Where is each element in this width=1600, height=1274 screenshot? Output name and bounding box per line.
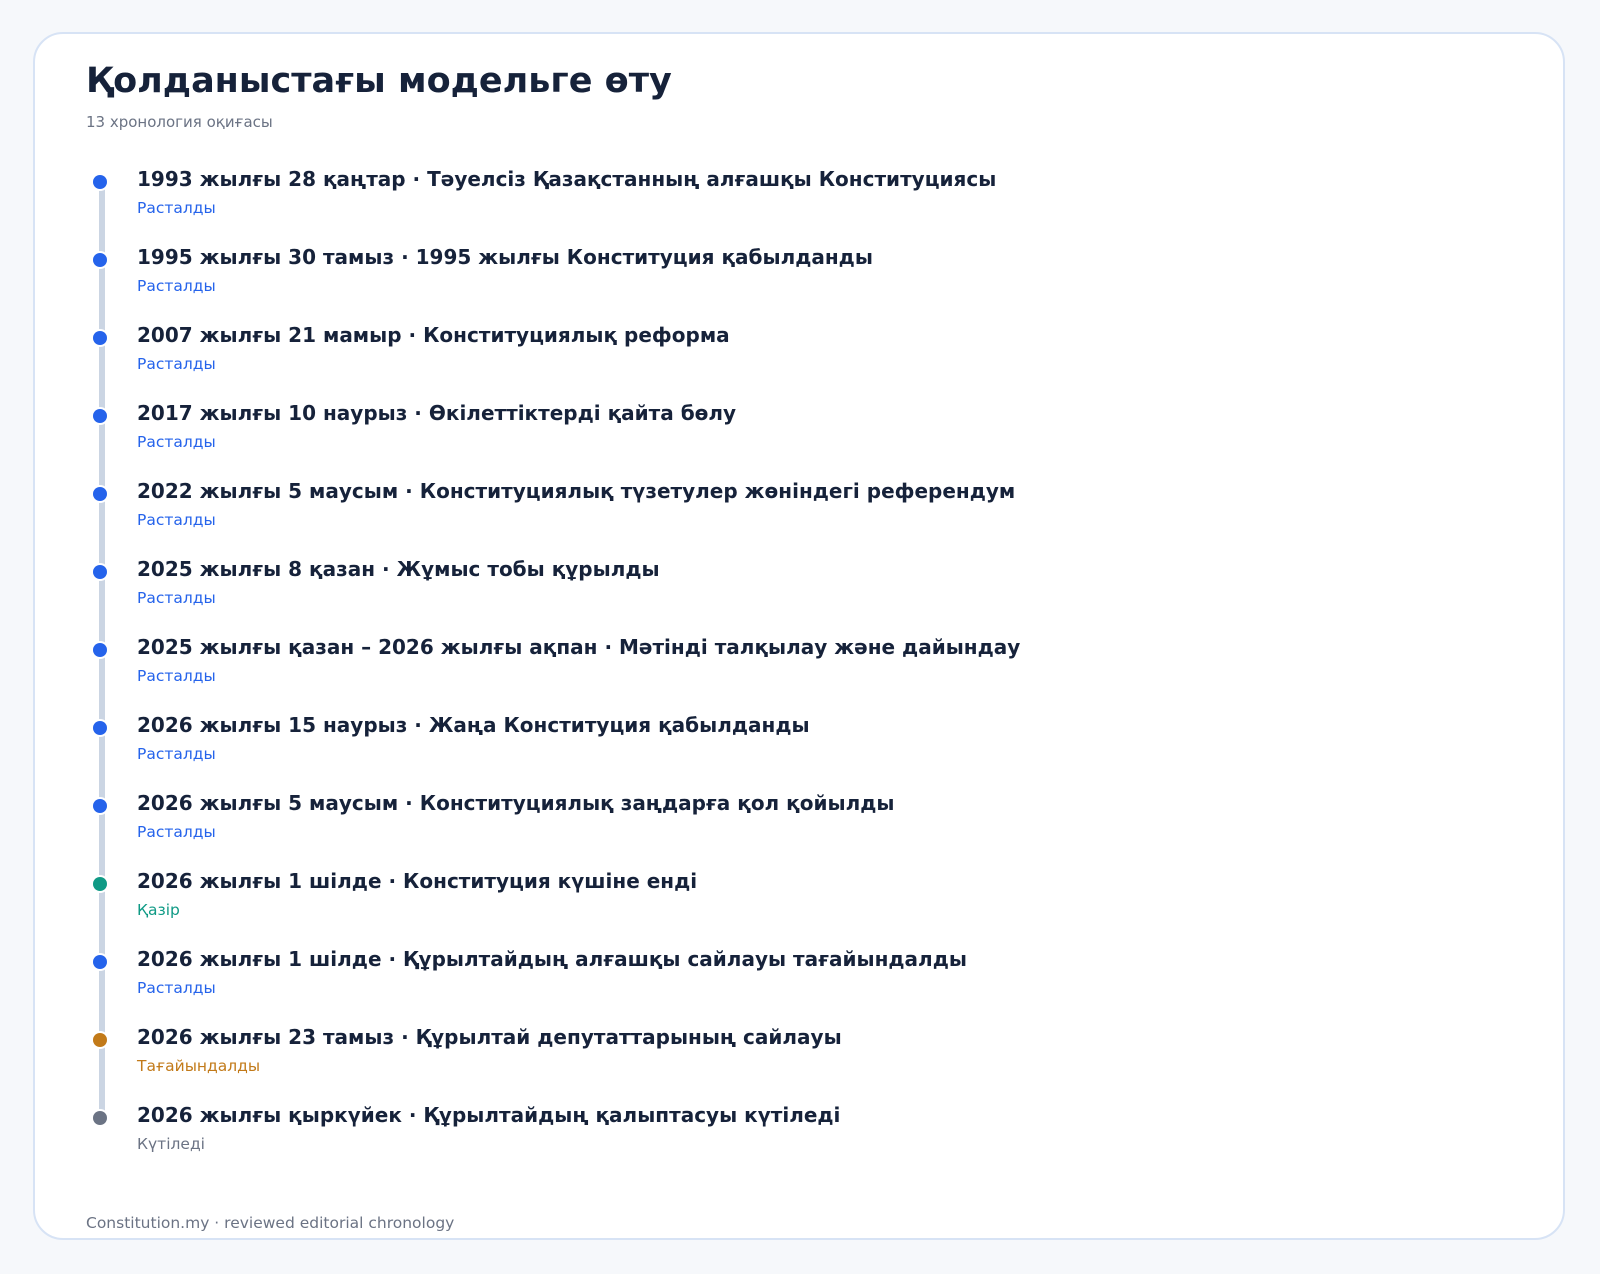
timeline-event: 2022 жылғы 5 маусым · Конституциялық түз… [35,479,1435,557]
event-heading: 2026 жылғы 15 наурыз · Жаңа Конституция … [137,713,810,737]
timeline-dot-confirmed [93,643,107,657]
event-status: Расталды [137,745,216,763]
event-status: Расталды [137,511,216,529]
event-heading: 2017 жылғы 10 наурыз · Өкілеттіктерді қа… [137,401,737,425]
event-heading: 2026 жылғы 5 маусым · Конституциялық заң… [137,791,895,815]
timeline-dot-confirmed [93,799,107,813]
event-status: Расталды [137,433,216,451]
event-heading: 2026 жылғы 1 шілде · Конституция күшіне … [137,869,698,893]
timeline-dot-current [93,877,107,891]
event-heading: 2026 жылғы 23 тамыз · Құрылтай депутатта… [137,1025,842,1049]
timeline-card: Қолданыстағы модельге өту 13 хронология … [33,32,1565,1240]
timeline-dot-confirmed [93,409,107,423]
event-heading: 2022 жылғы 5 маусым · Конституциялық түз… [137,479,1016,503]
event-status: Расталды [137,277,216,295]
event-status: Расталды [137,823,216,841]
timeline-event: 2025 жылғы 8 қазан · Жұмыс тобы құрылды Р… [35,557,1435,635]
event-heading: 2026 жылғы қыркүйек · Құрылтайдың қалыпт… [137,1103,841,1127]
timeline-event: 2026 жылғы 23 тамыз · Құрылтай депутатта… [35,1025,1435,1103]
timeline-event: 2017 жылғы 10 наурыз · Өкілеттіктерді қа… [35,401,1435,479]
event-status: Расталды [137,979,216,997]
event-status: Расталды [137,667,216,685]
timeline-event: 2026 жылғы қыркүйек · Құрылтайдың қалыпт… [35,1103,1435,1181]
event-status: Расталды [137,199,216,217]
event-status: Күтіледі [137,1135,205,1153]
event-status: Расталды [137,589,216,607]
event-status: Қазір [137,901,180,919]
timeline-dot-confirmed [93,331,107,345]
timeline-dot-pending [93,1111,107,1125]
timeline: 1993 жылғы 28 қаңтар · Тәуелсіз Қазақста… [35,34,1563,1238]
event-heading: 2007 жылғы 21 мамыр · Конституциялық реф… [137,323,730,347]
event-heading: 1995 жылғы 30 тамыз · 1995 жылғы Констит… [137,245,873,269]
timeline-dot-scheduled [93,1033,107,1047]
timeline-event: 2026 жылғы 1 шілде · Конституция күшіне … [35,869,1435,947]
footer-note: Constitution.my · reviewed editorial chr… [86,1214,455,1232]
timeline-event: 2026 жылғы 1 шілде · Құрылтайдың алғашқы… [35,947,1435,1025]
timeline-event: 2007 жылғы 21 мамыр · Конституциялық реф… [35,323,1435,401]
timeline-dot-confirmed [93,175,107,189]
timeline-event: 2026 жылғы 5 маусым · Конституциялық заң… [35,791,1435,869]
event-status: Расталды [137,355,216,373]
timeline-dot-confirmed [93,253,107,267]
event-heading: 1993 жылғы 28 қаңтар · Тәуелсіз Қазақста… [137,167,997,191]
timeline-event: 1993 жылғы 28 қаңтар · Тәуелсіз Қазақста… [35,167,1435,245]
timeline-dot-confirmed [93,565,107,579]
timeline-dot-confirmed [93,721,107,735]
event-status: Тағайындалды [137,1057,261,1075]
event-heading: 2025 жылғы 8 қазан · Жұмыс тобы құрылды [137,557,660,581]
timeline-event: 2025 жылғы қазан – 2026 жылғы ақпан · Мә… [35,635,1435,713]
timeline-dot-confirmed [93,955,107,969]
timeline-event: 2026 жылғы 15 наурыз · Жаңа Конституция … [35,713,1435,791]
event-heading: 2025 жылғы қазан – 2026 жылғы ақпан · Мә… [137,635,1021,659]
timeline-dot-confirmed [93,487,107,501]
timeline-event: 1995 жылғы 30 тамыз · 1995 жылғы Констит… [35,245,1435,323]
event-heading: 2026 жылғы 1 шілде · Құрылтайдың алғашқы… [137,947,967,971]
